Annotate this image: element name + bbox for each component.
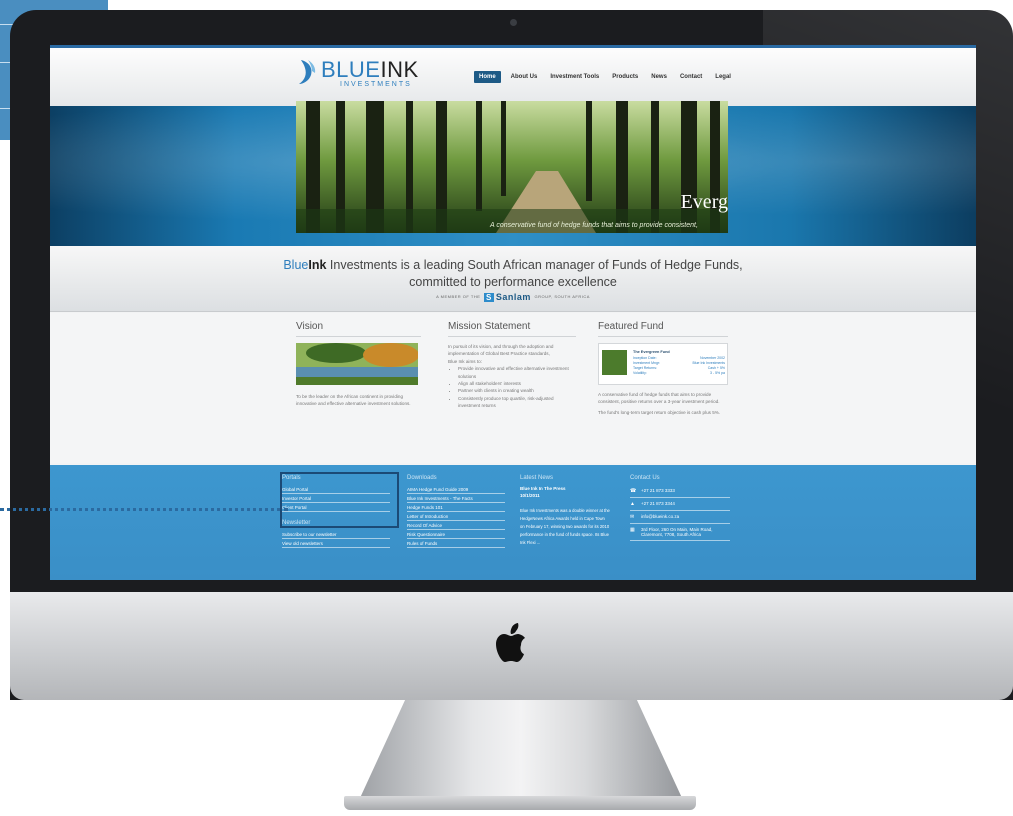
nav-news[interactable]: News [648, 71, 670, 83]
footer-news: Latest News Blue Ink In The Press 10/1/2… [520, 475, 610, 547]
divider [448, 336, 576, 337]
webcam [510, 19, 517, 26]
website-screen: BLUEINK INVESTMENTS Home About Us Invest… [50, 45, 976, 580]
nav-about-us[interactable]: About Us [508, 71, 541, 83]
fax-text: +27 21 873 3344 [641, 501, 675, 506]
tagline: BlueInk Investments is a leading South A… [50, 257, 976, 291]
site-logo[interactable]: BLUEINK [321, 59, 419, 81]
featured-heading: Featured Fund [598, 321, 664, 332]
mission-heading: Mission Statement [448, 321, 531, 332]
nav-contact[interactable]: Contact [677, 71, 705, 83]
fund-card[interactable]: The Evergreen Fund Inception Date: Novemb… [598, 343, 728, 385]
vision-column: Vision To be the leader on the African c… [296, 321, 421, 408]
phone-icon: ☎ [630, 488, 637, 494]
main-nav: Home About Us Investment Tools Products … [474, 71, 734, 83]
callout-dotted-line [0, 508, 288, 511]
nav-products[interactable]: Products [609, 71, 641, 83]
featured-desc: A conservative fund of hedge funds that … [598, 392, 720, 405]
download-link[interactable]: Record Of Advice [407, 521, 505, 530]
blueink-logo-icon[interactable] [297, 58, 317, 86]
vision-text: To be the leader on the African continen… [296, 394, 411, 407]
fund-row: Volatility: 3 - 5% pa [633, 371, 725, 376]
tagline-line2: committed to performance excellence [409, 275, 617, 289]
fund-row-value: 3 - 5% pa [710, 371, 725, 375]
mission-bullets: Provide innovative and effective alterna… [448, 365, 576, 409]
download-link[interactable]: Rules of Funds [407, 539, 505, 548]
contact-heading: Contact Us [630, 475, 660, 481]
logo-subtitle: INVESTMENTS [340, 81, 412, 88]
apple-logo-icon [496, 623, 525, 662]
tagline-blue: Blue [283, 258, 309, 272]
mission-intro: In pursuit of its vision, and through th… [448, 344, 554, 357]
hero-forest-image: Everg A conservative fund of hedge funds… [296, 101, 728, 233]
monitor-stand [360, 700, 682, 798]
nav-legal[interactable]: Legal [712, 71, 734, 83]
tagline-band: BlueInk Investments is a leading South A… [50, 246, 976, 312]
member-suffix: GROUP, SOUTH AFRICA [534, 294, 590, 300]
divider [598, 336, 728, 337]
site-header: BLUEINK INVESTMENTS Home About Us Invest… [50, 48, 976, 106]
lake-garden-illustration [296, 343, 418, 385]
tagline-ink: Ink [308, 258, 327, 272]
nav-investment-tools[interactable]: Investment Tools [547, 71, 602, 83]
download-link[interactable]: Risk Questionnaire [407, 530, 505, 539]
news-title-link[interactable]: Blue Ink In The Press [520, 485, 610, 492]
list-item: Provide innovative and effective alterna… [458, 365, 576, 380]
content-section: Vision To be the leader on the African c… [50, 313, 976, 463]
subscribe-newsletter-link[interactable]: Subscribe to our newsletter [282, 530, 390, 539]
address-text: 3rd Floor, 260 On Main, Main Road, Clare… [641, 527, 713, 537]
footer-downloads: Downloads AIMA Hedge Fund Guide 2009 Blu… [407, 475, 505, 548]
sanlam-logo-icon: S [484, 292, 494, 302]
download-link[interactable]: Blue Ink Investments - The Facts [407, 494, 505, 503]
phone-text: +27 21 873 3333 [641, 488, 675, 493]
contact-phone[interactable]: ☎ +27 21 873 3333 [630, 485, 730, 498]
list-item: Align all stakeholders' interests [458, 380, 576, 387]
email-text: info@blueink.co.za [641, 514, 680, 519]
logo-text-blue: BLUE [321, 57, 381, 82]
featured-fund-column: Featured Fund The Evergreen Fund Incepti… [598, 321, 728, 416]
hero-caption: A conservative fund of hedge funds that … [490, 222, 698, 229]
sanlam-member-line: A MEMBER OF THE S Sanlam GROUP, SOUTH AFR… [50, 292, 976, 302]
fund-name: The Evergreen Fund [633, 350, 670, 354]
download-link[interactable]: AIMA Hedge Fund Guide 2009 [407, 485, 505, 494]
site-footer: Portals Global Portal Investor Portal Cl… [50, 465, 976, 580]
mail-icon: ✉ [630, 514, 635, 520]
contact-fax: ▲ +27 21 873 3344 [630, 498, 730, 511]
fund-thumbnail [602, 350, 627, 375]
list-item: Consistently produce top quartile, risk-… [458, 395, 576, 410]
sanlam-brand: Sanlam [495, 292, 531, 302]
footer-contact: Contact Us ☎ +27 21 873 3333 ▲ +27 21 873 … [630, 475, 730, 541]
monitor-stand-base [344, 796, 696, 810]
logo-text-ink: INK [380, 57, 419, 82]
contact-email[interactable]: ✉ info@blueink.co.za [630, 511, 730, 524]
vision-image [296, 343, 418, 385]
featured-target: The fund's long-term target return objec… [598, 409, 721, 415]
tagline-line1: Investments is a leading South African m… [326, 258, 743, 272]
list-item: Partner with clients in creating wealth [458, 387, 576, 394]
download-link[interactable]: Letter of Introduction [407, 512, 505, 521]
forest-path-illustration [296, 101, 728, 233]
news-heading: Latest News [520, 475, 554, 481]
vision-heading: Vision [296, 321, 324, 332]
building-icon: ▦ [630, 527, 635, 533]
member-prefix: A MEMBER OF THE [436, 294, 481, 300]
divider [296, 336, 421, 337]
downloads-heading: Downloads [407, 475, 437, 481]
mission-aim: Blue Ink aims to: [448, 358, 482, 364]
old-newsletters-link[interactable]: View old newsletters [282, 539, 390, 548]
news-date: 10/1/2011 [520, 493, 540, 498]
news-body: Blue Ink Investments was a double winner… [520, 508, 610, 545]
contact-address: ▦ 3rd Floor, 260 On Main, Main Road, Clar… [630, 524, 730, 541]
fax-icon: ▲ [630, 501, 635, 507]
nav-home[interactable]: Home [474, 71, 501, 83]
fund-row-label: Volatility: [633, 371, 647, 375]
fund-details: Inception Date: November 2002 Investment … [633, 356, 725, 376]
hero-title: Everg [680, 191, 728, 213]
download-link[interactable]: Hedge Funds 101 [407, 503, 505, 512]
mission-column: Mission Statement In pursuit of its visi… [448, 321, 576, 410]
portals-highlight-box [280, 472, 399, 528]
